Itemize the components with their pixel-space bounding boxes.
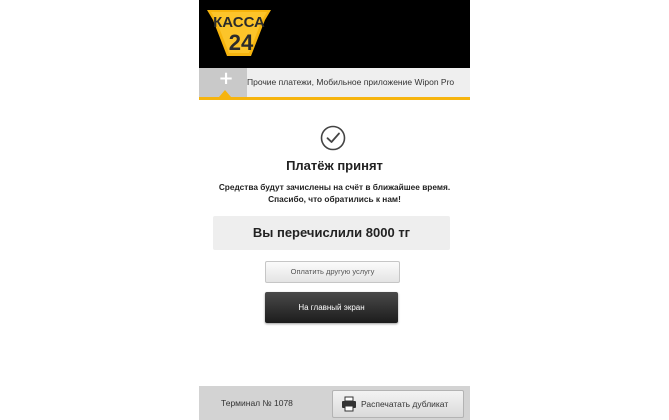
home-screen-button[interactable]: На главный экран — [265, 292, 398, 323]
pay-other-service-button[interactable]: Оплатить другую услугу — [265, 261, 400, 283]
status-message-line: Средства будут зачислены на счёт в ближа… — [218, 182, 451, 192]
breadcrumb-notch — [219, 90, 231, 97]
print-duplicate-label: Распечатать дубликат — [361, 399, 449, 409]
header: КАССА 24 — [199, 0, 470, 68]
breadcrumb-path: Прочие платежи, Мобильное приложение Wip… — [247, 77, 455, 87]
printer-icon — [341, 396, 357, 412]
status-message: Средства будут зачислены на счёт в ближа… — [199, 181, 470, 205]
plus-icon: + — [218, 68, 234, 89]
svg-text:КАССА: КАССА — [213, 14, 265, 31]
footer: Терминал № 1078 Распечатать дубликат — [199, 386, 470, 420]
terminal-number: Терминал № 1078 — [221, 398, 293, 408]
svg-text:24: 24 — [229, 30, 254, 55]
breadcrumb: + Прочие платежи, Мобильное приложение W… — [199, 68, 470, 100]
check-circle-icon — [320, 125, 346, 151]
status-message-line: Спасибо, что обратились к нам! — [268, 194, 401, 204]
page-title: Платёж принят — [286, 158, 383, 173]
page: КАССА 24 + Прочие платежи, Мобильное при… — [0, 0, 669, 420]
print-duplicate-button[interactable]: Распечатать дубликат — [332, 390, 464, 418]
amount-summary: Вы перечислили 8000 тг — [213, 216, 450, 250]
kiosk-screen: КАССА 24 + Прочие платежи, Мобильное при… — [199, 0, 470, 420]
kassa24-logo: КАССА 24 — [203, 6, 275, 62]
